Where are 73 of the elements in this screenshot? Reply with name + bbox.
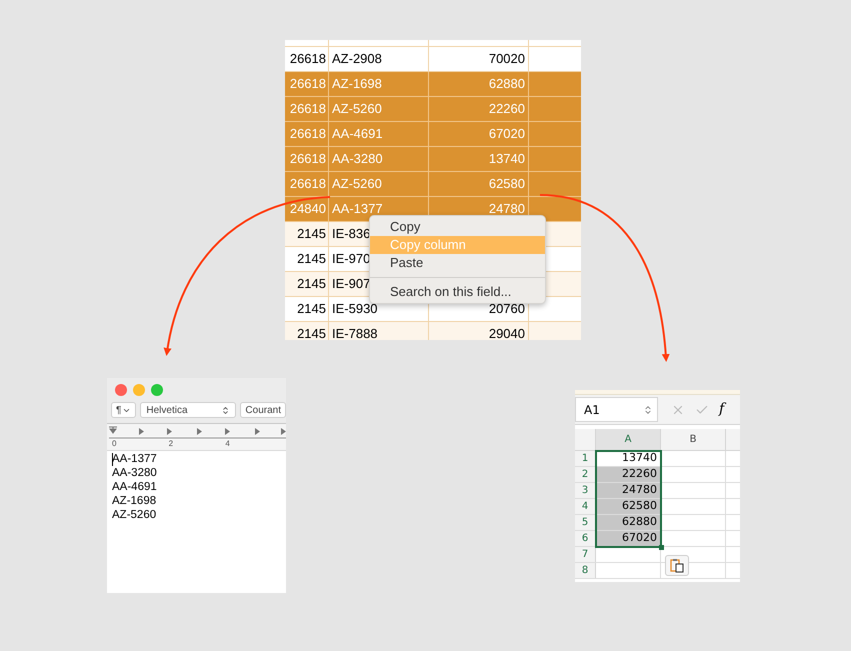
row-header[interactable]: 4 xyxy=(575,499,596,514)
table-cell-text: 67020 xyxy=(488,125,525,144)
table-cell-text: AA-3280 xyxy=(332,150,383,168)
table-cell-text: 70020 xyxy=(488,50,525,68)
table-cell-text: 20760 xyxy=(488,300,525,318)
ruler-label: 4 xyxy=(225,438,231,450)
table-cell-text: AZ-2908 xyxy=(332,50,382,68)
name-box[interactable]: A1 xyxy=(575,397,658,422)
column-header[interactable]: B xyxy=(661,429,726,450)
minimize-button[interactable] xyxy=(133,384,145,396)
table-cell-text: AA-4691 xyxy=(332,125,383,144)
paragraph-dropdown[interactable]: ¶ xyxy=(111,402,136,418)
row-header[interactable]: 1 xyxy=(575,451,596,466)
sheet-cell[interactable]: 62580 xyxy=(596,499,661,514)
column-header[interactable]: A xyxy=(596,429,661,450)
sheet-cell[interactable]: 13740 xyxy=(596,451,661,466)
table-cell-text: AA-1377 xyxy=(332,200,383,218)
row-header[interactable]: 3 xyxy=(575,483,596,498)
table-cell-text: 62580 xyxy=(488,175,525,194)
paste-options-button[interactable] xyxy=(665,555,689,576)
table-cell-text: 26618 xyxy=(290,125,326,144)
row-header[interactable]: 7 xyxy=(575,547,596,562)
table-cell-text: 2145 xyxy=(297,300,326,318)
table-cell-text: 13740 xyxy=(488,150,525,168)
table-cell-text: 24840 xyxy=(290,200,326,218)
row-header[interactable]: 8 xyxy=(575,563,596,578)
menu-item[interactable]: Paste xyxy=(370,254,545,272)
table-cell-text: 24780 xyxy=(488,200,525,218)
table-cell-text: 26618 xyxy=(290,150,326,168)
table-row[interactable]: 26618 AZ-2908 70020 xyxy=(285,47,581,72)
ruler-label: 2 xyxy=(168,438,174,450)
sheet-cell[interactable]: 67020 xyxy=(596,531,661,546)
table-cell-text: 62880 xyxy=(488,75,525,94)
table-cell-text: 26618 xyxy=(290,175,326,194)
table-cell-text: AZ-1698 xyxy=(332,75,382,94)
text-line: AZ-5260 xyxy=(112,508,158,522)
font-family-select[interactable]: Helvetica xyxy=(140,402,236,418)
table-cell-text: AZ-5260 xyxy=(332,175,382,194)
table-cell-text: AZ-5260 xyxy=(332,100,382,118)
table-cell-text: IE-970 xyxy=(332,250,370,268)
table-cell-text: 22260 xyxy=(488,100,525,118)
zoom-button[interactable] xyxy=(151,384,163,396)
sheet-cell[interactable]: 62880 xyxy=(596,515,661,530)
table-cell-text: IE-907 xyxy=(332,275,370,294)
chevron-icon xyxy=(221,406,230,414)
table-cell-text: 29040 xyxy=(488,325,525,340)
table-cell-text: 2145 xyxy=(297,225,326,244)
table-cell-text: 26618 xyxy=(290,100,326,118)
text-line: AA-3280 xyxy=(112,466,158,480)
clipboard-icon xyxy=(670,558,684,573)
text-line: AZ-1698 xyxy=(112,494,158,508)
row-header[interactable]: 2 xyxy=(575,467,596,482)
row-header[interactable]: 5 xyxy=(575,515,596,530)
table-cell-text: IE-5930 xyxy=(332,300,378,318)
text-line: AA-4691 xyxy=(112,480,158,494)
table-cell-text: 26618 xyxy=(290,75,326,94)
sheet-cell[interactable]: 22260 xyxy=(596,467,661,482)
table-cell-text: IE-836 xyxy=(332,225,370,244)
close-button[interactable] xyxy=(115,384,127,396)
stepper-icon xyxy=(643,404,653,414)
ruler-label: 0 xyxy=(112,438,118,450)
function-label[interactable]: f xyxy=(719,399,724,420)
table-cell-text: IE-7888 xyxy=(332,325,378,340)
text-line: AA-1377 xyxy=(112,452,158,466)
table-cell-text: 2145 xyxy=(297,275,326,294)
table-row[interactable]: 2145 IE-7888 29040 xyxy=(285,322,581,340)
font-style-select[interactable]: Courant xyxy=(240,402,286,418)
table-cell-text: 26618 xyxy=(290,50,326,68)
table-cell-text: 2145 xyxy=(297,250,326,268)
fill-handle[interactable] xyxy=(659,545,664,550)
table-cell-text: 2145 xyxy=(297,325,326,340)
sheet-cell[interactable]: 24780 xyxy=(596,483,661,498)
row-header[interactable]: 6 xyxy=(575,531,596,546)
